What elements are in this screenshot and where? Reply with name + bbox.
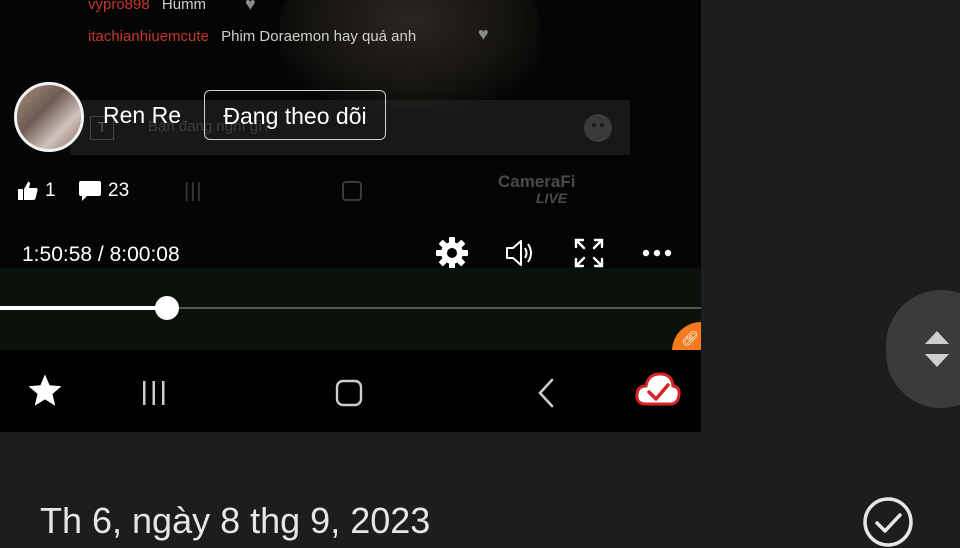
gear-icon[interactable] — [435, 236, 469, 270]
check-circle-icon[interactable] — [862, 496, 914, 548]
comment-count-value: 23 — [108, 180, 130, 201]
following-button[interactable]: Đang theo dõi — [204, 90, 386, 140]
date-label: Th 6, ngày 8 thg 9, 2023 — [40, 500, 431, 541]
recent-apps-icon[interactable] — [140, 380, 168, 406]
streamer-name[interactable]: Ren Re — [103, 102, 181, 129]
comment-user: vypro898 — [88, 0, 150, 13]
playback-time: 1:50:58 / 8:00:08 — [22, 243, 180, 266]
comment-text: Phim Doraemon hay quá anh — [221, 28, 417, 45]
more-horizontal-icon[interactable] — [640, 236, 674, 270]
cloud-check-icon[interactable] — [634, 368, 682, 412]
ghost-home-icon — [342, 181, 362, 201]
like-count-value: 1 — [45, 180, 56, 201]
video-player[interactable]: vypro898 Humm ♥ itachianhiuemcute Phim D… — [0, 0, 701, 432]
heart-icon[interactable]: ♥ — [245, 0, 256, 15]
back-chevron-icon[interactable] — [534, 377, 558, 409]
streamer-avatar[interactable] — [14, 82, 84, 152]
ghost-recents-icon: ||| — [184, 180, 203, 202]
chat-comment: vypro898 Humm — [88, 0, 206, 13]
speaker-icon[interactable] — [504, 236, 538, 270]
watermark-brand: CameraFi — [498, 172, 576, 191]
like-count[interactable]: 1 — [17, 180, 56, 202]
heart-icon[interactable]: ♥ — [478, 24, 489, 45]
seek-thumb[interactable] — [155, 296, 179, 320]
watermark-sub: LIVE — [536, 190, 568, 206]
comment-count[interactable]: 23 — [78, 180, 129, 202]
thumbs-up-icon — [18, 181, 38, 200]
seek-progress — [0, 306, 167, 310]
star-icon[interactable] — [26, 372, 64, 410]
up-down-arrows-icon — [925, 331, 949, 367]
comment-user: itachianhiuemcute — [88, 28, 209, 45]
chat-comment: itachianhiuemcute Phim Doraemon hay quá … — [88, 28, 416, 45]
link-icon: 🔗︎ — [681, 330, 699, 346]
navigation-bar — [0, 350, 701, 432]
emoji-icon[interactable] — [584, 114, 612, 142]
home-icon[interactable] — [335, 379, 363, 407]
comment-text: Humm — [161, 0, 207, 13]
fullscreen-icon[interactable] — [572, 236, 606, 270]
comment-bubble-icon — [79, 181, 101, 201]
scroll-handle[interactable] — [886, 290, 960, 408]
